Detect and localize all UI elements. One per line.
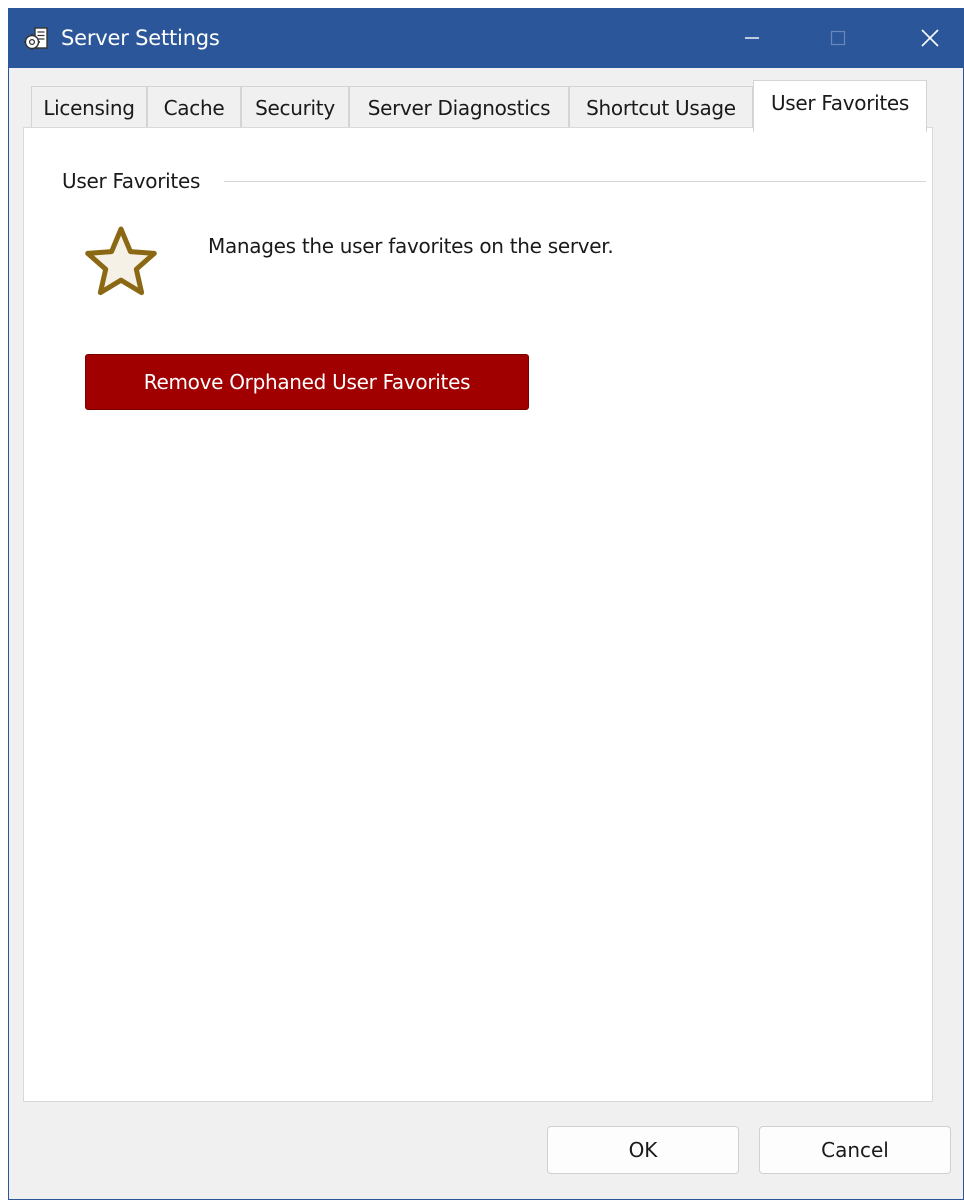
maximize-button[interactable] — [803, 8, 873, 68]
minimize-icon — [745, 37, 759, 39]
close-button[interactable] — [895, 8, 964, 68]
description-text: Manages the user favorites on the server… — [208, 234, 614, 258]
ok-button[interactable]: OK — [547, 1126, 739, 1174]
server-settings-window: Server Settings Licensing Cache Security… — [8, 8, 964, 1200]
tab-shortcut-usage[interactable]: Shortcut Usage — [569, 86, 753, 128]
remove-orphaned-favorites-button[interactable]: Remove Orphaned User Favorites — [85, 354, 529, 410]
maximize-icon — [830, 30, 846, 46]
window-title: Server Settings — [61, 26, 220, 50]
tab-user-favorites[interactable]: User Favorites — [753, 80, 927, 132]
group-title: User Favorites — [62, 168, 211, 194]
title-bar[interactable]: Server Settings — [9, 8, 964, 68]
cancel-button[interactable]: Cancel — [759, 1126, 951, 1174]
tab-strip: Licensing Cache Security Server Diagnost… — [9, 68, 964, 132]
group-divider — [224, 181, 926, 182]
tab-server-diagnostics[interactable]: Server Diagnostics — [349, 86, 569, 128]
minimize-button[interactable] — [717, 8, 787, 68]
star-icon — [85, 226, 157, 296]
tab-cache[interactable]: Cache — [147, 86, 241, 128]
tab-licensing[interactable]: Licensing — [31, 86, 147, 128]
close-icon — [921, 29, 939, 47]
user-favorites-panel: User Favorites Manages the user favorite… — [23, 127, 933, 1102]
server-settings-icon — [24, 27, 48, 50]
tab-security[interactable]: Security — [241, 86, 349, 128]
